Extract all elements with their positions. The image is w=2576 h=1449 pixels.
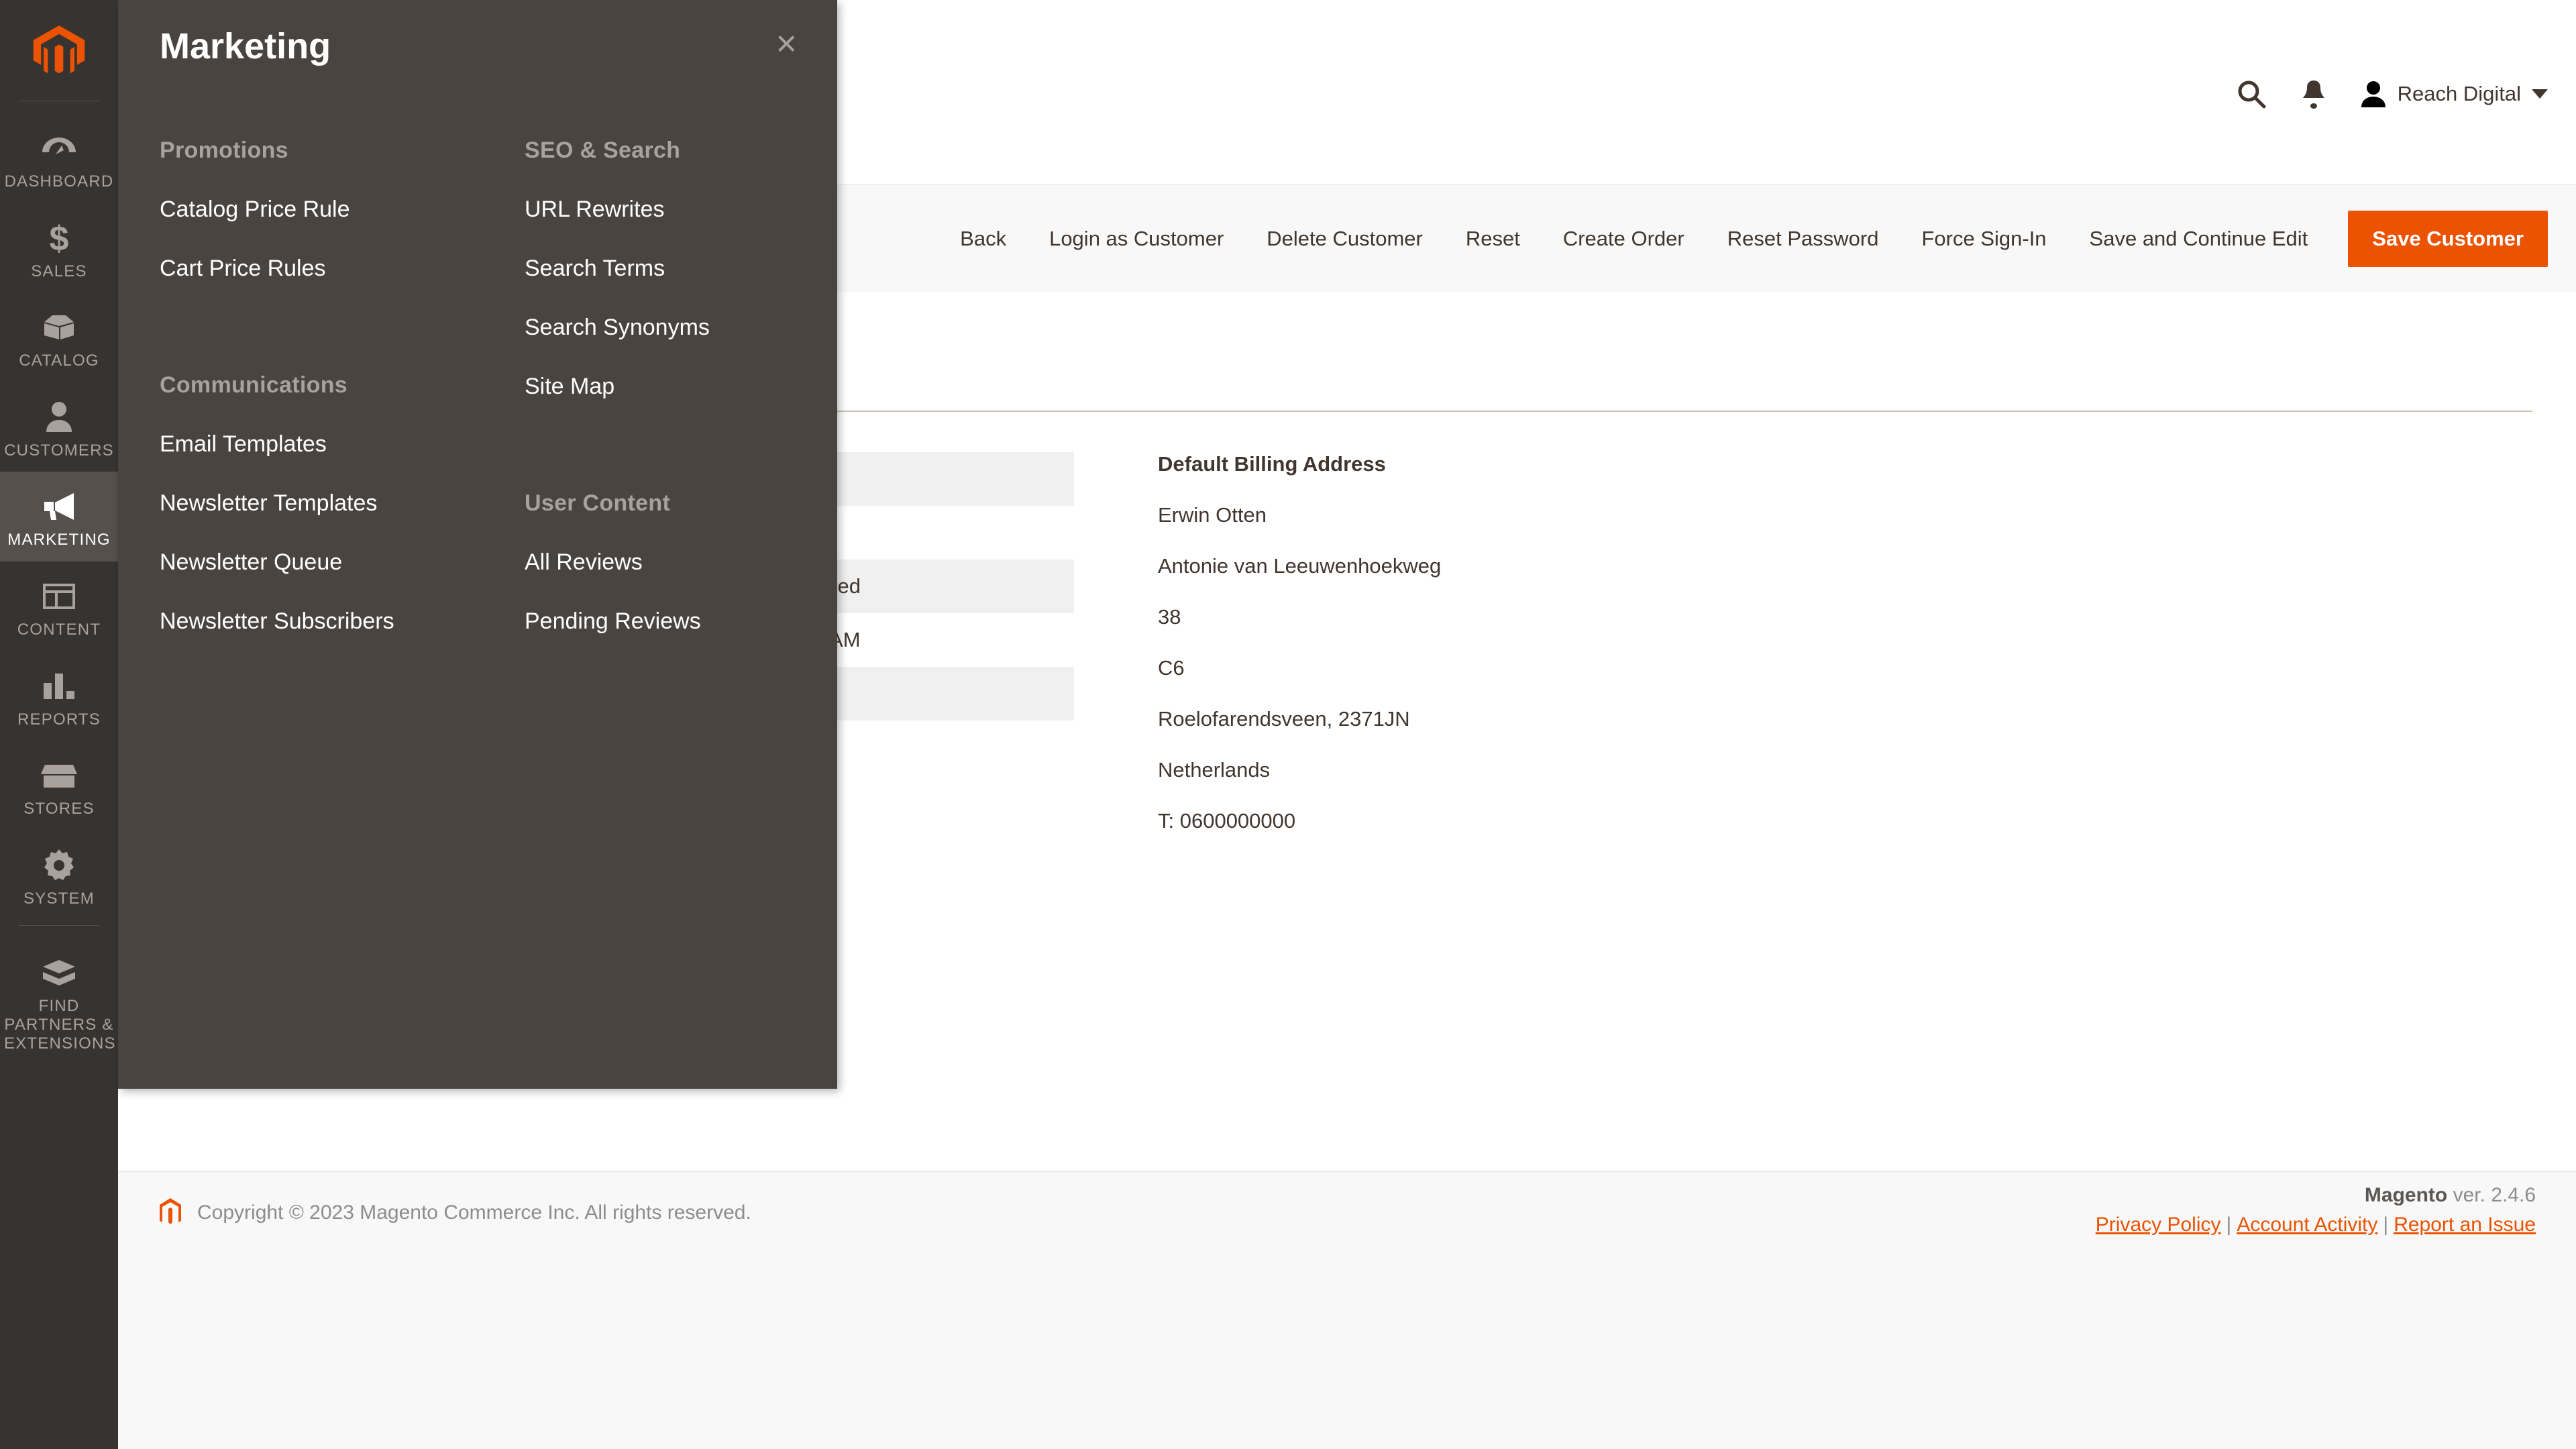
footer-copyright-group: Copyright © 2023 Magento Commerce Inc. A…	[158, 1173, 751, 1253]
address-line: Roelofarendsveen, 2371JN	[1158, 707, 1410, 731]
magento-logo[interactable]	[0, 0, 118, 101]
force-sign-in-button[interactable]: Force Sign-In	[1900, 227, 2068, 251]
footer-links: Privacy Policy | Account Activity | Report a…	[2096, 1214, 2536, 1236]
sidebar-label-catalog: CATALOG	[19, 352, 99, 370]
person-icon	[4, 397, 114, 437]
menu-item-url-rewrites[interactable]: URL Rewrites	[525, 180, 837, 239]
page-footer: Copyright © 2023 Magento Commerce Inc. A…	[118, 1171, 2576, 1449]
reset-password-button[interactable]: Reset Password	[1706, 227, 1900, 251]
svg-text:$: $	[50, 221, 69, 256]
menu-item-newsletter-templates[interactable]: Newsletter Templates	[160, 474, 478, 533]
user-menu-button[interactable]: Reach Digital	[2344, 80, 2548, 108]
layout-page-icon	[4, 576, 114, 616]
sidebar-item-content[interactable]: CONTENT	[0, 561, 118, 651]
menu-column-right: SEO & Search URL Rewrites Search Terms S…	[478, 121, 837, 651]
menu-item-site-map[interactable]: Site Map	[525, 357, 837, 416]
sidebar-item-stores[interactable]: STORES	[0, 741, 118, 830]
search-button[interactable]	[2219, 79, 2284, 109]
copyright-text: Copyright © 2023 Magento Commerce Inc. A…	[197, 1201, 751, 1224]
sidebar-label-sales: SALES	[31, 262, 87, 280]
default-billing-address-block: Default Billing Address Erwin Otten Anto…	[1074, 452, 1441, 833]
sidebar-item-dashboard[interactable]: DASHBOARD	[0, 113, 118, 203]
sidebar-item-reports[interactable]: REPORTS	[0, 651, 118, 741]
magento-admin-page: DASHBOARD $ SALES CATALOG CUSTOMERS MARK…	[0, 0, 2576, 1449]
account-activity-link[interactable]: Account Activity	[2237, 1214, 2377, 1236]
menu-columns: Promotions Catalog Price Rule Cart Price…	[118, 121, 837, 651]
version-text: Magento ver. 2.4.6	[2096, 1184, 2536, 1207]
menu-item-catalog-price-rule[interactable]: Catalog Price Rule	[160, 180, 478, 239]
magento-logo-icon	[33, 25, 85, 74]
menu-group-title-communications: Communications	[160, 372, 348, 398]
extensions-box-icon	[4, 953, 114, 993]
sidebar-item-catalog[interactable]: CATALOG	[0, 292, 118, 382]
sidebar-label-content: CONTENT	[17, 620, 101, 639]
address-line: Antonie van Leeuwenhoekweg	[1158, 554, 1442, 578]
menu-item-newsletter-subscribers[interactable]: Newsletter Subscribers	[160, 592, 478, 651]
sidebar-label-marketing: MARKETING	[7, 531, 111, 549]
sidebar-item-marketing[interactable]: MARKETING	[0, 472, 118, 561]
sidebar-divider-bottom	[19, 925, 99, 926]
dollar-sign-icon: $	[4, 218, 114, 258]
dashboard-gauge-icon	[4, 128, 114, 168]
delete-customer-button[interactable]: Delete Customer	[1245, 227, 1444, 251]
privacy-policy-link[interactable]: Privacy Policy	[2096, 1214, 2221, 1236]
sidebar-item-customers[interactable]: CUSTOMERS	[0, 382, 118, 472]
gear-icon	[4, 845, 114, 885]
address-line: 38	[1158, 605, 1181, 629]
back-button[interactable]: Back	[938, 227, 1028, 251]
sidebar-label-customers: CUSTOMERS	[4, 441, 114, 460]
menu-item-cart-price-rules[interactable]: Cart Price Rules	[160, 239, 478, 298]
report-an-issue-link[interactable]: Report an Issue	[2394, 1214, 2536, 1236]
menu-item-newsletter-queue[interactable]: Newsletter Queue	[160, 533, 478, 592]
menu-item-pending-reviews[interactable]: Pending Reviews	[525, 592, 837, 651]
address-line-phone: T: 0600000000	[1158, 809, 1296, 833]
reset-button[interactable]: Reset	[1444, 227, 1542, 251]
close-icon[interactable]: ×	[775, 25, 797, 62]
billing-address-title: Default Billing Address	[1158, 452, 1386, 476]
box-icon	[4, 307, 114, 347]
menu-group-title-promotions: Promotions	[160, 137, 288, 163]
primary-sidebar-nav: DASHBOARD $ SALES CATALOG CUSTOMERS MARK…	[0, 0, 118, 1449]
marketing-menu-overlay: Marketing × Promotions Catalog Price Rul…	[118, 0, 837, 1089]
bell-icon	[2302, 80, 2324, 109]
link-separator: |	[2226, 1214, 2232, 1236]
menu-overlay-title: Marketing	[160, 26, 331, 66]
save-and-continue-edit-button[interactable]: Save and Continue Edit	[2068, 227, 2330, 251]
sidebar-label-system: SYSTEM	[23, 889, 95, 908]
menu-item-search-terms[interactable]: Search Terms	[525, 239, 837, 298]
create-order-button[interactable]: Create Order	[1542, 227, 1706, 251]
sidebar-item-find-partners-extensions[interactable]: FIND PARTNERS & EXTENSIONS	[0, 938, 118, 1065]
version-brand: Magento	[2364, 1184, 2448, 1206]
version-number: ver. 2.4.6	[2447, 1184, 2536, 1206]
address-line: Netherlands	[1158, 758, 1271, 782]
megaphone-icon	[4, 486, 114, 527]
save-customer-button[interactable]: Save Customer	[2348, 211, 2548, 267]
menu-item-email-templates[interactable]: Email Templates	[160, 415, 478, 474]
sidebar-label-dashboard: DASHBOARD	[4, 172, 114, 191]
menu-item-search-synonyms[interactable]: Search Synonyms	[525, 298, 837, 357]
menu-item-all-reviews[interactable]: All Reviews	[525, 533, 837, 592]
sidebar-label-find-partners-extensions: FIND PARTNERS & EXTENSIONS	[4, 997, 116, 1053]
magento-logo-icon	[160, 1198, 181, 1224]
sidebar-item-sales[interactable]: $ SALES	[0, 203, 118, 293]
login-as-customer-button[interactable]: Login as Customer	[1028, 227, 1245, 251]
sidebar-label-reports: REPORTS	[17, 710, 101, 729]
footer-meta-group: Magento ver. 2.4.6 Privacy Policy | Accoun…	[2096, 1184, 2536, 1236]
header-action-group: Reach Digital	[2219, 79, 2548, 109]
user-name-label: Reach Digital	[2397, 82, 2521, 105]
address-line: Erwin Otten	[1158, 503, 1267, 527]
menu-group-title-user-content: User Content	[525, 490, 671, 516]
sidebar-item-system[interactable]: SYSTEM	[0, 830, 118, 920]
sidebar-label-stores: STORES	[23, 800, 95, 818]
search-icon	[2238, 80, 2266, 109]
notifications-button[interactable]	[2284, 79, 2344, 109]
link-separator: |	[2383, 1214, 2389, 1236]
storefront-icon	[4, 755, 114, 796]
menu-group-title-seo-search: SEO & Search	[525, 137, 681, 163]
user-avatar-icon	[2361, 81, 2385, 107]
bar-chart-icon	[4, 666, 114, 706]
chevron-down-icon	[2532, 89, 2548, 99]
address-line: C6	[1158, 656, 1185, 680]
menu-column-left: Promotions Catalog Price Rule Cart Price…	[118, 121, 478, 651]
